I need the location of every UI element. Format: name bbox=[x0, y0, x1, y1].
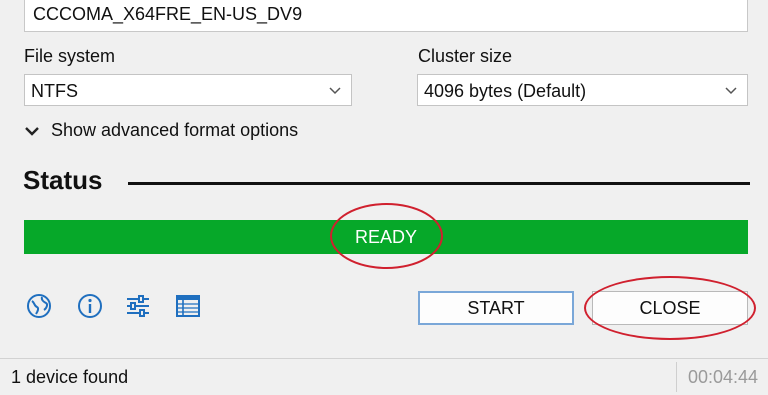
chevron-down-icon bbox=[329, 87, 341, 95]
close-button[interactable]: CLOSE bbox=[592, 291, 748, 325]
file-system-select[interactable]: NTFS bbox=[24, 74, 352, 106]
log-table-icon[interactable] bbox=[174, 292, 202, 320]
device-count: 1 device found bbox=[11, 367, 129, 387]
chevron-down-icon bbox=[725, 87, 737, 95]
elapsed-timer: 00:04:44 bbox=[688, 367, 759, 387]
status-heading: Status bbox=[23, 165, 103, 195]
globe-icon[interactable] bbox=[25, 292, 53, 320]
chevron-down-icon bbox=[25, 127, 39, 136]
rufus-window: CCCOMA_X64FRE_EN-US_DV9 File system NTFS… bbox=[0, 0, 768, 395]
status-bar-separator bbox=[676, 362, 677, 392]
cluster-size-label: Cluster size bbox=[418, 46, 513, 66]
settings-sliders-icon[interactable] bbox=[124, 292, 152, 320]
info-icon[interactable] bbox=[76, 292, 104, 320]
cluster-size-select[interactable]: 4096 bytes (Default) bbox=[417, 74, 748, 106]
file-system-label: File system bbox=[24, 46, 116, 66]
file-system-value: NTFS bbox=[31, 81, 78, 101]
volume-label-value: CCCOMA_X64FRE_EN-US_DV9 bbox=[33, 4, 303, 24]
cluster-size-value: 4096 bytes (Default) bbox=[424, 81, 587, 101]
start-button[interactable]: START bbox=[418, 291, 574, 325]
status-bar: 1 device found 00:04:44 bbox=[0, 358, 768, 395]
status-progress-bar: READY bbox=[24, 220, 748, 254]
status-divider bbox=[128, 182, 750, 185]
advanced-format-label: Show advanced format options bbox=[51, 120, 299, 140]
advanced-format-toggle[interactable]: Show advanced format options bbox=[24, 118, 324, 144]
progress-text: READY bbox=[354, 227, 417, 247]
volume-label-input[interactable]: CCCOMA_X64FRE_EN-US_DV9 bbox=[24, 0, 748, 32]
